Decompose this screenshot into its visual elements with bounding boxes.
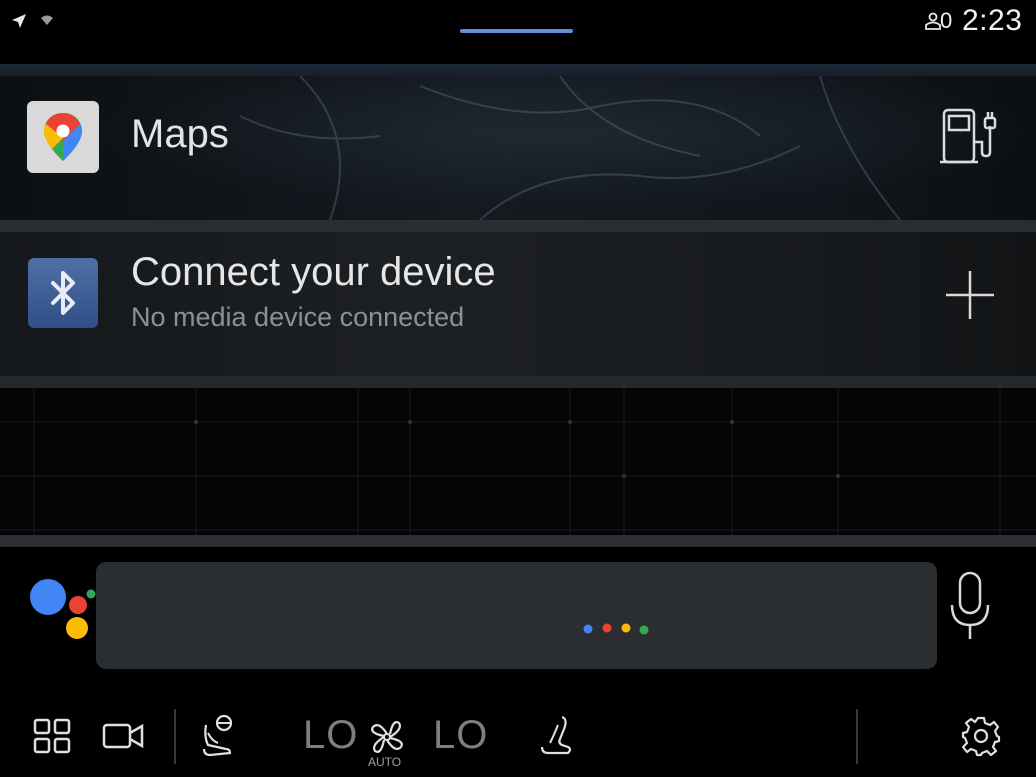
bluetooth-icon[interactable]	[28, 258, 98, 328]
grid-background	[0, 388, 1036, 535]
temperature-right[interactable]: LO	[433, 713, 488, 758]
plus-icon[interactable]	[944, 269, 996, 321]
temperature-left[interactable]: LO	[303, 713, 358, 758]
climate-bar: LO AUTO LO	[0, 677, 1036, 777]
empty-card	[0, 388, 1036, 535]
status-bar: 0 2:23	[0, 0, 1036, 64]
ev-charging-station-icon[interactable]	[938, 104, 1000, 168]
assistant-area	[0, 547, 1036, 677]
media-card[interactable]: Connect your device No media device conn…	[0, 232, 1036, 376]
card-divider	[0, 535, 1036, 547]
fan-icon[interactable]	[367, 719, 407, 755]
media-title: Connect your device	[131, 250, 496, 294]
pull-down-handle[interactable]	[460, 29, 573, 33]
fan-mode-label: AUTO	[368, 755, 402, 769]
gear-icon[interactable]	[960, 715, 1002, 757]
google-assistant-icon[interactable]	[28, 577, 100, 641]
profile-indicator: 0	[940, 8, 953, 33]
maps-card[interactable]: Maps	[0, 76, 1036, 220]
google-maps-icon[interactable]	[27, 101, 99, 173]
card-divider	[0, 376, 1036, 388]
signal-icon	[41, 15, 53, 25]
camera-icon[interactable]	[102, 721, 144, 751]
media-subtitle: No media device connected	[131, 302, 465, 332]
navigation-arrow-icon	[12, 14, 26, 28]
seat-heat-icon[interactable]	[538, 713, 574, 757]
microphone-icon[interactable]	[948, 569, 992, 643]
divider	[174, 709, 176, 764]
clock-time: 2:23	[962, 4, 1023, 37]
divider	[856, 709, 858, 764]
assistant-dots	[583, 623, 649, 635]
assistant-input-bar[interactable]	[96, 562, 937, 669]
card-divider	[0, 64, 1036, 76]
maps-label: Maps	[131, 112, 229, 156]
steering-wheel-heat-icon[interactable]	[200, 713, 236, 757]
apps-grid-icon[interactable]	[33, 718, 71, 754]
card-divider	[0, 220, 1036, 232]
